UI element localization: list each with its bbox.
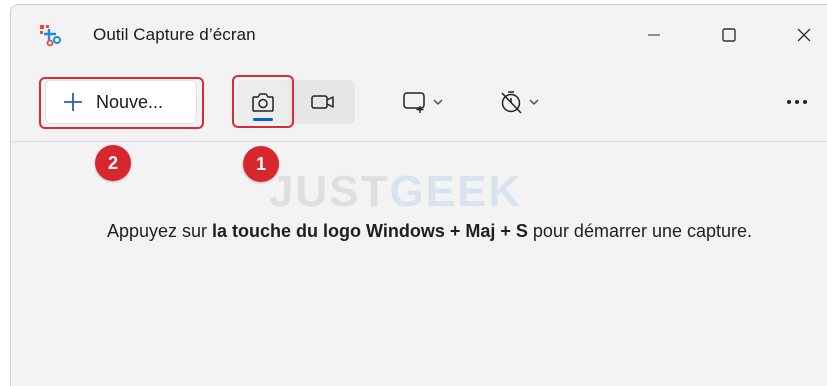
toolbar: Nouve...: [11, 65, 827, 143]
snipping-tool-icon: [40, 25, 61, 47]
instructions-text: Appuyez sur la touche du logo Windows + …: [31, 217, 827, 246]
snip-shape-dropdown[interactable]: [391, 80, 455, 124]
watermark-part2: GEEK: [389, 167, 523, 216]
close-button[interactable]: [781, 15, 827, 55]
maximize-icon: [722, 28, 736, 42]
watermark: JUSTGEEK: [269, 167, 522, 217]
more-options-button[interactable]: [777, 80, 817, 124]
timer-dropdown[interactable]: [487, 80, 551, 124]
maximize-button[interactable]: [706, 15, 752, 55]
window-title: Outil Capture d’écran: [93, 25, 256, 44]
instructions-suffix: pour démarrer une capture.: [527, 221, 753, 241]
minimize-icon: [648, 34, 660, 36]
watermark-part1: JUST: [269, 167, 390, 216]
video-mode-button[interactable]: [295, 80, 351, 124]
no-delay-timer-icon: [501, 91, 522, 114]
annotation-badge-2: 2: [95, 145, 131, 181]
instructions-shortcut: la touche du logo Windows + Maj + S: [212, 221, 528, 241]
video-camera-icon: [311, 95, 334, 109]
more-options-icon: [787, 100, 807, 104]
rectangle-snip-icon: [403, 92, 425, 113]
chevron-down-icon: [433, 99, 443, 105]
chevron-down-icon: [529, 99, 539, 105]
snipping-tool-window: Outil Capture d’écran Nouve... 2 1 JUSTG…: [10, 4, 827, 386]
title-bar: Outil Capture d’écran: [11, 5, 827, 65]
close-icon: [797, 28, 811, 42]
instructions-prefix: Appuyez sur: [106, 221, 213, 241]
highlight-screenshot-mode: [232, 75, 294, 128]
highlight-new-button: [39, 77, 204, 129]
minimize-button[interactable]: [631, 15, 677, 55]
